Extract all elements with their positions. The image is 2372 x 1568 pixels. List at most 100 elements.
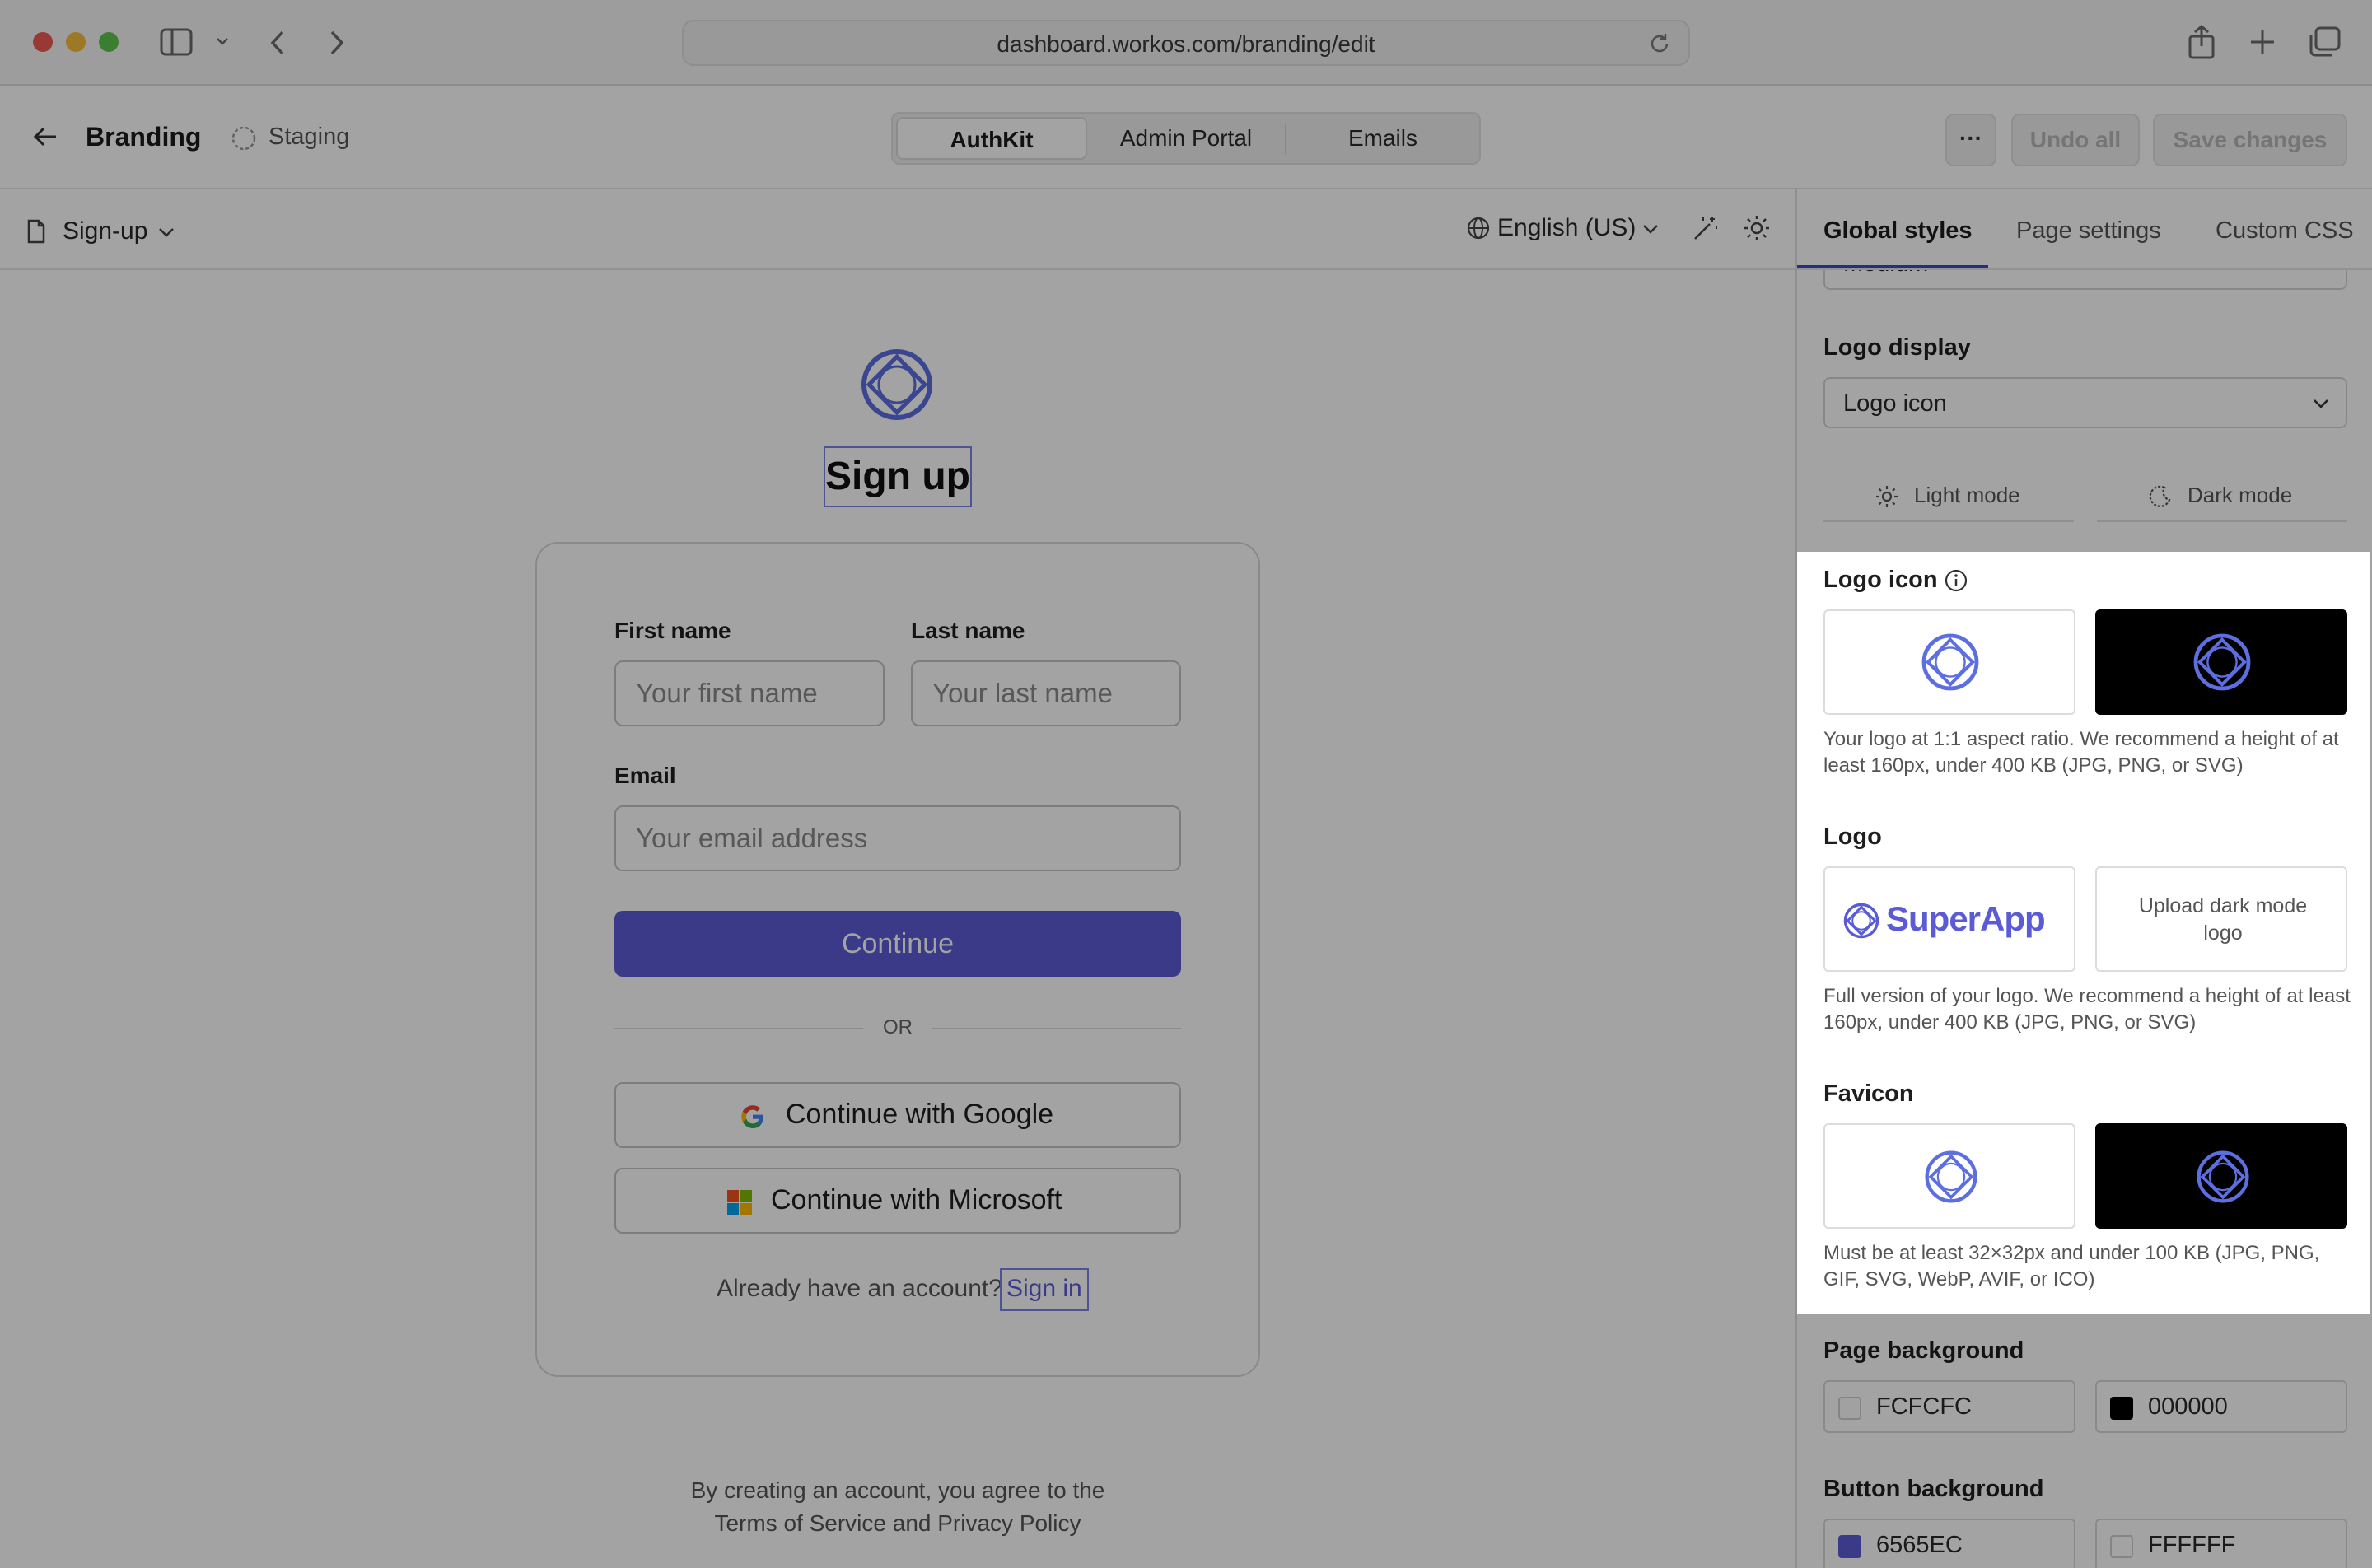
tab-custom-css[interactable]: Custom CSS [2216, 217, 2354, 245]
app-logo-icon [860, 348, 934, 422]
light-mode-underline [1823, 520, 2074, 522]
favicon-preview [2196, 1150, 2250, 1204]
color-swatch [1838, 1535, 1861, 1558]
last-name-input[interactable]: Your last name [911, 660, 1181, 726]
logo-icon-preview [1921, 632, 1980, 692]
save-changes-button[interactable]: Save changes [2153, 114, 2347, 166]
logo-icon-preview [2192, 632, 2252, 692]
divider-right [932, 1028, 1181, 1029]
button-bg-light-value: 6565EC [1876, 1532, 1963, 1558]
button-bg-dark-value: FFFFFF [2148, 1532, 2236, 1558]
tab-emails[interactable]: Emails [1288, 117, 1478, 160]
logo-light-upload[interactable]: SuperApp [1823, 866, 2076, 972]
language-selector[interactable]: English (US) [1497, 214, 1636, 242]
favicon-label: Favicon [1823, 1080, 1914, 1107]
zoom-window-button[interactable] [99, 32, 119, 52]
product-segmented-control: AuthKit Admin Portal Emails [891, 112, 1481, 165]
logo-icon-help: Your logo at 1:1 aspect ratio. We recomm… [1823, 728, 2339, 777]
microsoft-button-label: Continue with Microsoft [771, 1184, 1062, 1216]
sun-icon[interactable] [1743, 214, 1771, 242]
new-tab-icon[interactable] [2248, 28, 2276, 56]
email-input[interactable]: Your email address [614, 805, 1181, 871]
dark-mode-toggle[interactable]: Dark mode [2188, 483, 2292, 508]
signup-title[interactable]: Sign up [824, 446, 972, 507]
url-text: dashboard.workos.com/branding/edit [997, 31, 1375, 57]
page-file-icon [26, 219, 46, 244]
chevron-down-icon [2313, 399, 2329, 408]
page-title: Branding [86, 122, 202, 152]
terms-link[interactable]: Terms of Service and Privacy Policy [577, 1510, 1219, 1537]
light-mode-toggle[interactable]: Light mode [1914, 483, 2020, 508]
logo-help: Full version of your logo. We recommend … [1823, 985, 2351, 1034]
page-selector[interactable]: Sign-up [63, 217, 147, 245]
button-bg-dark-input[interactable]: FFFFFF [2095, 1519, 2347, 1568]
upload-dark-logo-text: Upload dark mode logo [2138, 894, 2308, 945]
back-arrow-icon[interactable] [33, 125, 58, 148]
continue-button[interactable]: Continue [614, 911, 1181, 977]
address-bar[interactable]: dashboard.workos.com/branding/edit [682, 20, 1690, 66]
magic-wand-icon[interactable] [1692, 214, 1720, 242]
page-bg-dark-value: 000000 [2148, 1393, 2228, 1420]
color-swatch [1838, 1397, 1861, 1420]
close-window-button[interactable] [33, 32, 53, 52]
chevron-down-icon[interactable] [216, 36, 229, 46]
page-bg-dark-input[interactable]: 000000 [2095, 1380, 2347, 1433]
minimize-window-button[interactable] [66, 32, 86, 52]
favicon-light-upload[interactable] [1823, 1123, 2076, 1229]
page-bg-light-input[interactable]: FCFCFC [1823, 1380, 2076, 1433]
button-bg-light-input[interactable]: 6565EC [1823, 1519, 2076, 1568]
light-mode-icon [1875, 484, 1899, 509]
sidebar-toggle-icon[interactable] [160, 28, 193, 56]
favicon-dark-upload[interactable] [2095, 1123, 2347, 1229]
share-icon[interactable] [2188, 25, 2216, 59]
divider-left [614, 1028, 863, 1029]
last-name-label: Last name [911, 618, 1025, 643]
tab-global-styles[interactable]: Global styles [1823, 217, 1973, 245]
logo-display-select[interactable]: Logo icon [1823, 377, 2347, 428]
microsoft-icon [726, 1189, 753, 1216]
chevron-down-icon[interactable] [158, 227, 175, 237]
superapp-wordmark: SuperApp [1886, 899, 2046, 938]
logo-icon-dark-upload[interactable] [2095, 609, 2347, 715]
logo-icon-light-upload[interactable] [1823, 609, 2076, 715]
favicon-preview [1924, 1150, 1978, 1204]
info-icon[interactable] [1944, 568, 1968, 593]
staging-env-icon [231, 125, 257, 152]
chevron-down-icon[interactable] [1642, 224, 1659, 234]
button-background-label: Button background [1823, 1476, 2044, 1502]
size-select[interactable]: Medium [1823, 270, 2347, 290]
globe-icon [1466, 216, 1491, 240]
superapp-logo-icon [1843, 903, 1879, 939]
page-bg-light-value: FCFCFC [1876, 1393, 1972, 1420]
google-icon [740, 1104, 766, 1130]
size-select-value: Medium [1843, 270, 1928, 278]
first-name-label: First name [614, 618, 731, 643]
tab-admin-portal[interactable]: Admin Portal [1090, 117, 1282, 160]
tab-overview-icon[interactable] [2308, 26, 2341, 58]
size-select-clip: Medium [1823, 270, 2347, 292]
microsoft-signin-button[interactable]: Continue with Microsoft [614, 1168, 1181, 1234]
more-options-button[interactable]: ··· [1945, 114, 1996, 166]
undo-all-button[interactable]: Undo all [2011, 114, 2140, 166]
logo-icon-label: Logo icon [1823, 567, 1938, 593]
logo-display-label: Logo display [1823, 334, 1971, 361]
first-name-input[interactable]: Your first name [614, 660, 885, 726]
back-nav-icon[interactable] [268, 30, 287, 56]
sign-in-link[interactable]: Sign in [1000, 1268, 1089, 1311]
dark-mode-icon [2148, 484, 2173, 509]
account-prompt: Already have an account? [717, 1275, 1002, 1302]
segment-divider [1285, 124, 1286, 155]
tab-authkit[interactable]: AuthKit [896, 117, 1087, 160]
logo-display-value: Logo icon [1843, 390, 1947, 417]
reload-icon[interactable] [1647, 31, 1672, 56]
logo-dark-upload[interactable]: Upload dark mode logo [2095, 866, 2347, 972]
logo-label: Logo [1823, 824, 1882, 850]
google-signin-button[interactable]: Continue with Google [614, 1082, 1181, 1148]
forward-nav-icon[interactable] [328, 30, 346, 56]
google-button-label: Continue with Google [786, 1099, 1054, 1130]
email-label: Email [614, 763, 676, 788]
page-background-label: Page background [1823, 1337, 2024, 1364]
terms-line-1: By creating an account, you agree to the [690, 1477, 1105, 1503]
tab-page-settings[interactable]: Page settings [2016, 217, 2161, 245]
color-swatch [2110, 1397, 2133, 1420]
